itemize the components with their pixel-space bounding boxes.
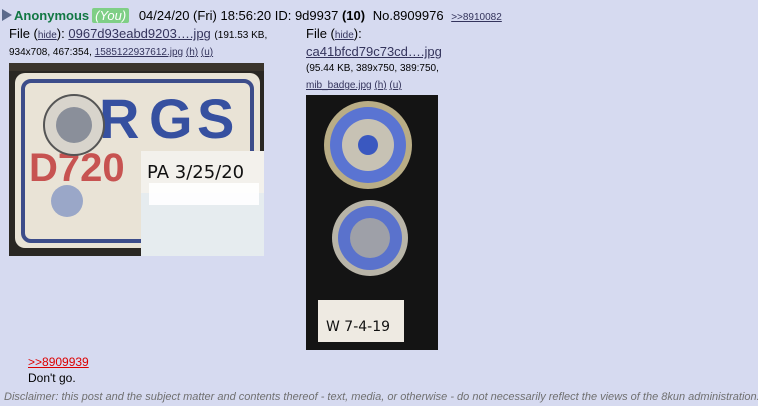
file-info-1: File (hide): 0967d93eabd9203….jpg (191.5…	[9, 26, 267, 61]
post-header: Anonymous (You) 04/24/20 (Fri) 18:56:20 I…	[2, 8, 502, 26]
file-name-link[interactable]: 0967d93eabd9203….jpg	[68, 26, 210, 41]
coin-handwriting: W 7-4-19	[326, 319, 390, 335]
file-dimensions: 934x708, 467:354,	[9, 47, 92, 58]
poster-id[interactable]: 9d9937	[295, 8, 338, 23]
coin-badge-photo: W 7-4-19	[306, 95, 438, 350]
file-name-link[interactable]: ca41bfcd79c73cd….jpg	[306, 44, 442, 59]
id-label: ID:	[274, 8, 292, 23]
file-size: (191.53 KB,	[214, 30, 268, 41]
svg-text:S: S	[197, 87, 234, 150]
disclaimer: Disclaimer: this post and the subject ma…	[4, 391, 758, 403]
collapse-arrow-icon[interactable]	[2, 9, 12, 21]
quote-link[interactable]: >>8909939	[28, 355, 89, 369]
post-datetime: 04/24/20 (Fri) 18:56:20	[138, 8, 272, 23]
hide-file-link[interactable]: hide	[38, 30, 57, 41]
original-filename-link[interactable]: mib_badge.jpg	[306, 80, 372, 91]
original-filename-link[interactable]: 1585122937612.jpg	[95, 47, 183, 58]
backlink[interactable]: >>8910082	[451, 12, 502, 23]
file-label-close: ):	[56, 26, 65, 41]
svg-text:G: G	[149, 87, 193, 150]
post-number[interactable]: No.8909976	[373, 8, 444, 23]
h-link[interactable]: (h)	[374, 80, 386, 91]
svg-text:R: R	[99, 87, 139, 150]
poster-name: Anonymous	[14, 8, 90, 23]
reply-count: (10)	[341, 8, 366, 23]
plate-handwriting: PA 3/25/20	[147, 162, 244, 183]
license-plate-photo: R G S D720 PA 3/25/20	[9, 63, 264, 256]
you-badge: (You)	[92, 8, 130, 23]
file-thumbnail-2[interactable]: W 7-4-19	[306, 95, 438, 350]
hide-file-link[interactable]: hide	[335, 30, 354, 41]
post-body-text: Don't go.	[28, 371, 76, 385]
h-link[interactable]: (h)	[186, 47, 198, 58]
file-info-2: File (hide): ca41bfcd79c73cd….jpg (95.44…	[306, 26, 442, 94]
u-link[interactable]: (u)	[201, 47, 213, 58]
file-label-close: ):	[353, 26, 362, 41]
file-size-dimensions: (95.44 KB, 389x750, 389:750,	[306, 63, 439, 74]
file-thumbnail-1[interactable]: R G S D720 PA 3/25/20	[9, 63, 264, 256]
file-label: File (	[9, 26, 38, 41]
u-link[interactable]: (u)	[389, 80, 401, 91]
file-label: File (	[306, 26, 335, 41]
